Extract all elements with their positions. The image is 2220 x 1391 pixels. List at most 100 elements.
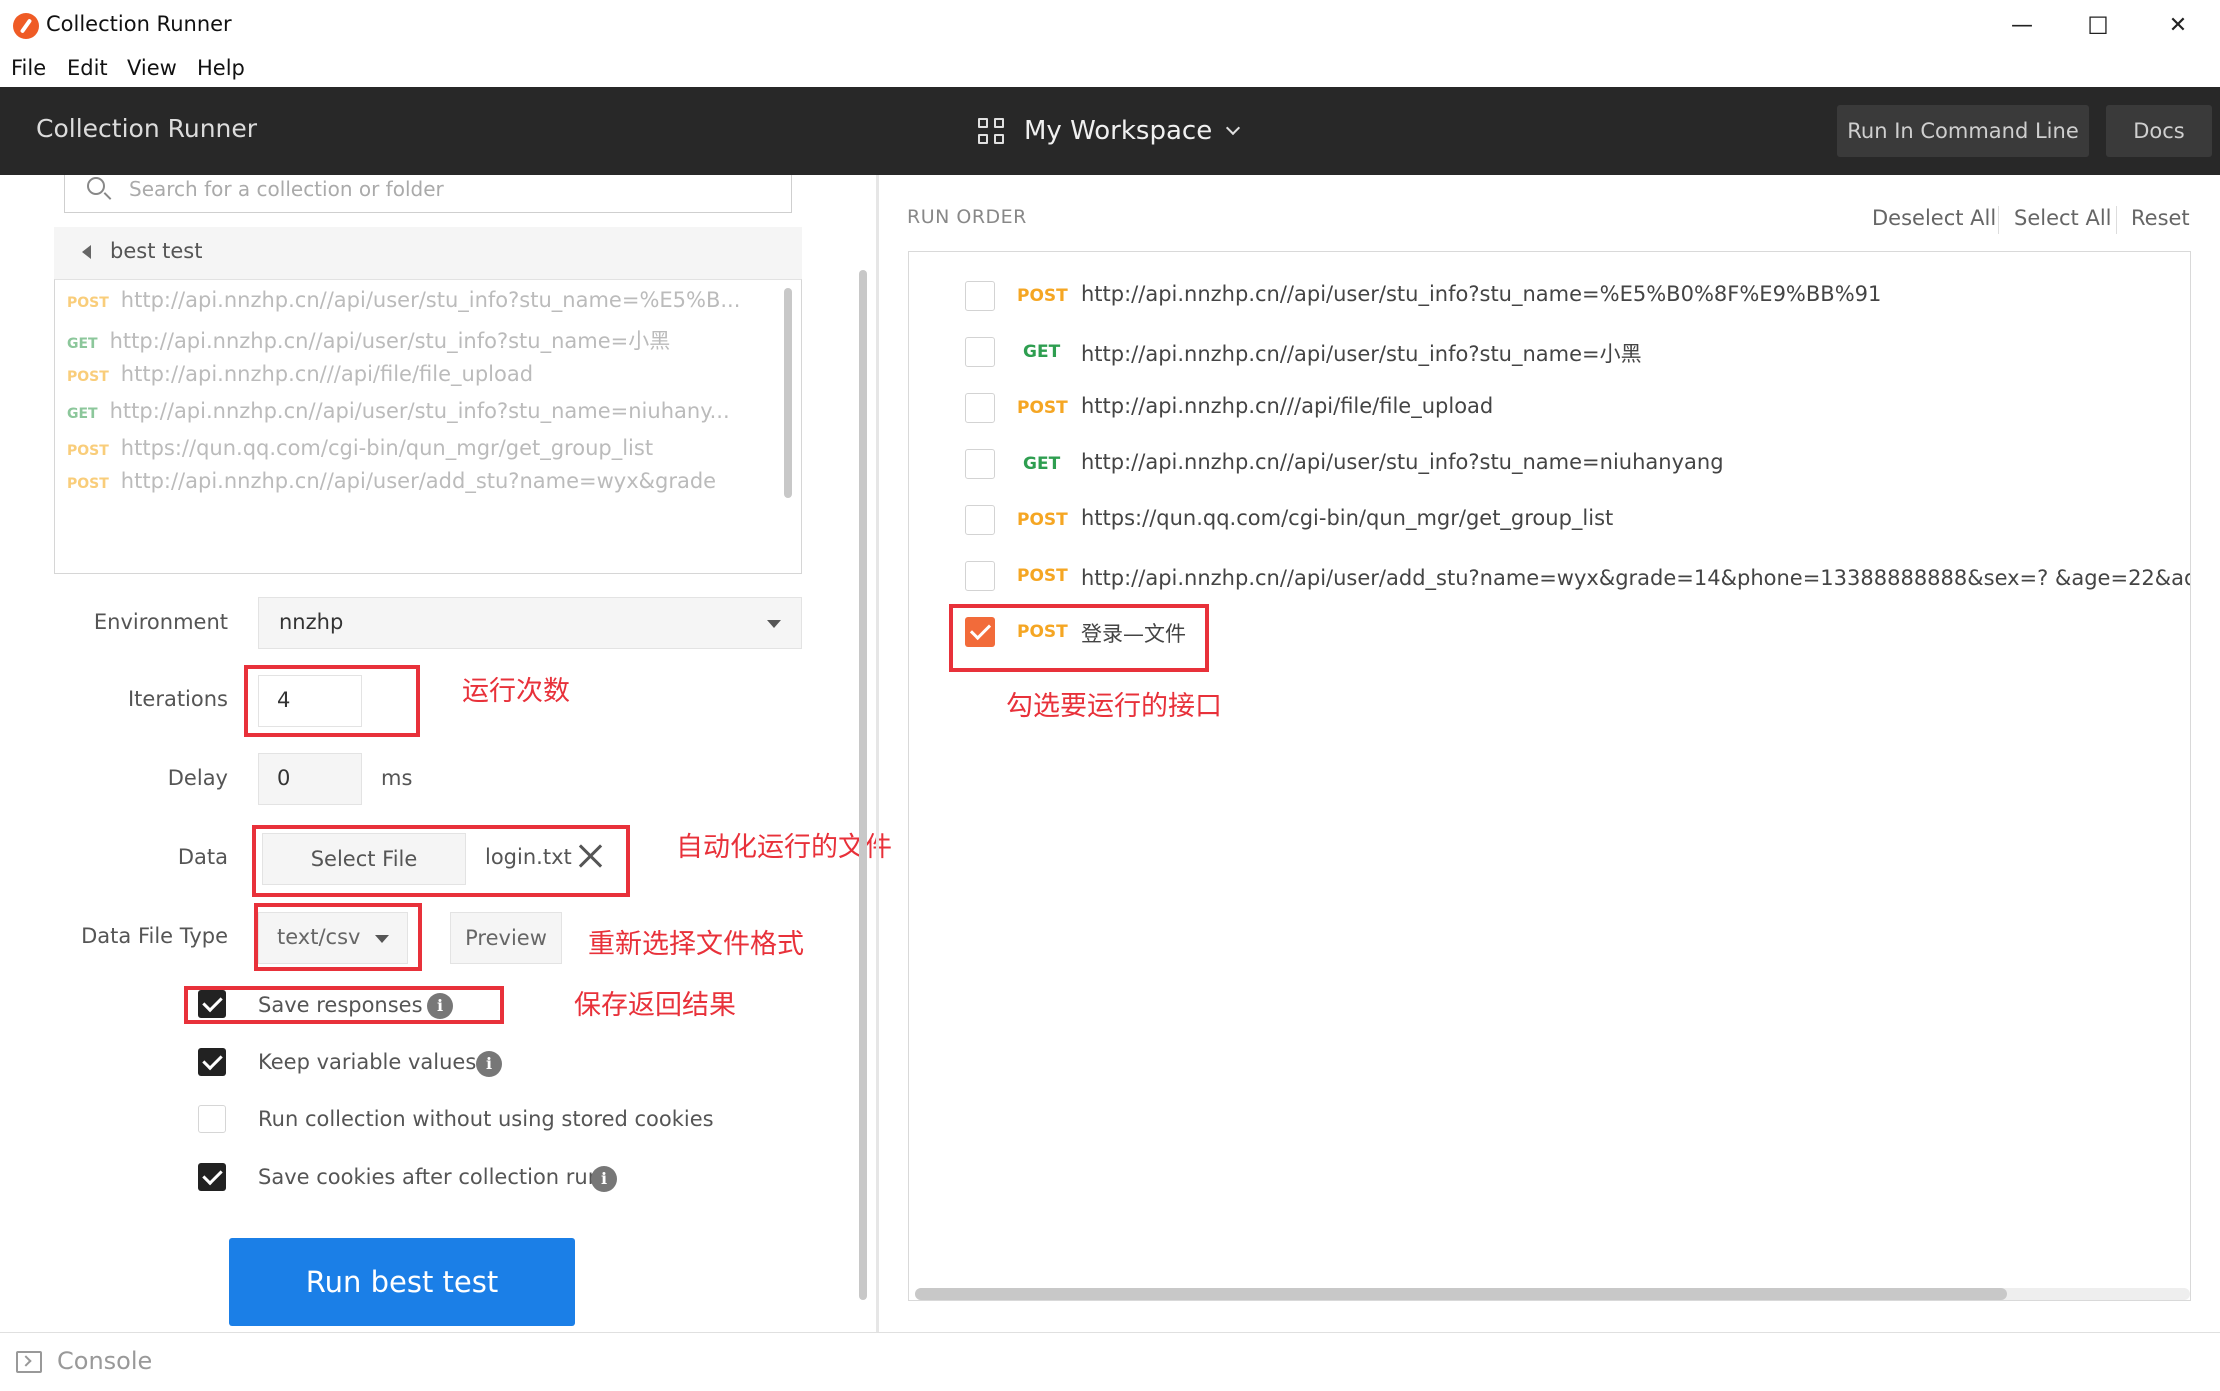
- method-badge: GET: [1023, 342, 1061, 362]
- request-url: http://api.nnzhp.cn//api/user/stu_info?s…: [1081, 342, 1642, 366]
- deselect-all-button[interactable]: Deselect All: [1872, 206, 1996, 230]
- run-in-command-line-button[interactable]: Run In Command Line: [1837, 105, 2089, 157]
- list-item: POST https://qun.qq.com/cgi-bin/qun_mgr/g…: [67, 436, 654, 460]
- app-logo-icon: [13, 13, 39, 39]
- menu-edit[interactable]: Edit: [67, 56, 108, 80]
- delay-unit: ms: [381, 766, 413, 790]
- workspace-name: My Workspace: [1024, 116, 1213, 146]
- request-url: http://api.nnzhp.cn//api/user/stu_info?s…: [1081, 450, 1724, 474]
- collection-header[interactable]: best test: [54, 227, 802, 279]
- run-order-list: POST http://api.nnzhp.cn//api/user/stu_i…: [908, 251, 2191, 1301]
- close-window-button[interactable]: ✕: [2158, 10, 2198, 42]
- horizontal-scrollbar-thumb[interactable]: [915, 1288, 2007, 1300]
- data-file-highlight: [252, 825, 630, 897]
- app-header: Collection Runner My Workspace Run In Co…: [0, 87, 2220, 175]
- divider: [2116, 206, 2117, 234]
- run-without-cookies-label: Run collection without using stored cook…: [258, 1107, 714, 1131]
- data-file-type-highlight: [254, 903, 422, 971]
- file-type-annotation: 重新选择文件格式: [588, 929, 804, 960]
- iterations-annotation: 运行次数: [462, 676, 570, 707]
- workspace-grid-icon: [978, 118, 1004, 144]
- left-pane: Search for a collection or folder best t…: [0, 175, 892, 1332]
- request-checkbox[interactable]: [965, 449, 995, 479]
- list-item: POST http://api.nnzhp.cn//api/user/stu_in…: [67, 288, 741, 312]
- docs-button[interactable]: Docs: [2106, 105, 2212, 157]
- select-all-button[interactable]: Select All: [2014, 206, 2112, 230]
- list-item: POST http://api.nnzhp.cn//api/user/add_st…: [67, 469, 717, 493]
- console-label: Console: [57, 1347, 153, 1375]
- console-icon: [16, 1351, 42, 1373]
- request-checkbox[interactable]: [965, 505, 995, 535]
- menu-file[interactable]: File: [11, 56, 46, 80]
- request-checkbox[interactable]: [965, 337, 995, 367]
- request-url: https://qun.qq.com/cgi-bin/qun_mgr/get_g…: [1081, 506, 1614, 530]
- data-file-type-label: Data File Type: [81, 924, 228, 948]
- run-without-cookies-checkbox[interactable]: [198, 1105, 226, 1133]
- app-title: Collection Runner: [36, 114, 258, 143]
- list-scrollbar[interactable]: [784, 288, 792, 498]
- request-url: http://api.nnzhp.cn///api/file/file_uplo…: [1081, 394, 1494, 418]
- iterations-highlight: [244, 665, 420, 737]
- run-collection-button[interactable]: Run best test: [229, 1238, 575, 1326]
- info-icon[interactable]: i: [591, 1166, 617, 1192]
- save-cookies-label: Save cookies after collection run: [258, 1165, 602, 1189]
- save-cookies-checkbox[interactable]: [198, 1163, 226, 1191]
- delay-value: 0: [277, 766, 291, 790]
- environment-select[interactable]: nnzhp: [258, 597, 802, 649]
- method-badge: POST: [1017, 398, 1068, 418]
- method-badge: POST: [1017, 286, 1068, 306]
- selected-request-highlight: [949, 604, 1209, 672]
- request-checkbox[interactable]: [965, 393, 995, 423]
- request-url: http://api.nnzhp.cn//api/user/add_stu?na…: [1081, 566, 2191, 590]
- reset-button[interactable]: Reset: [2131, 206, 2190, 230]
- request-url: http://api.nnzhp.cn//api/user/stu_info?s…: [1081, 282, 1882, 306]
- preview-button[interactable]: Preview: [450, 912, 562, 964]
- search-placeholder: Search for a collection or folder: [129, 177, 444, 201]
- request-checkbox[interactable]: [965, 561, 995, 591]
- method-badge: POST: [1017, 510, 1068, 530]
- list-item: POST http://api.nnzhp.cn///api/file/file_…: [67, 362, 534, 386]
- run-order-item[interactable]: GET http://api.nnzhp.cn//api/user/stu_in…: [909, 332, 2190, 372]
- left-pane-scrollbar[interactable]: [859, 270, 867, 1300]
- method-badge: GET: [1023, 454, 1061, 474]
- run-order-item[interactable]: POST http://api.nnzhp.cn///api/file/file…: [909, 388, 2190, 428]
- run-order-item[interactable]: POST http://api.nnzhp.cn//api/user/stu_i…: [909, 276, 2190, 316]
- select-api-annotation: 勾选要运行的接口: [1006, 691, 1222, 722]
- maximize-button[interactable]: ☐: [2078, 10, 2118, 42]
- run-order-label: RUN ORDER: [907, 206, 1027, 228]
- save-responses-annotation: 保存返回结果: [574, 990, 736, 1021]
- iterations-label: Iterations: [127, 687, 228, 711]
- workspace-switcher[interactable]: My Workspace: [978, 113, 1241, 149]
- collection-name: best test: [110, 239, 203, 263]
- run-order-item[interactable]: GET http://api.nnzhp.cn//api/user/stu_in…: [909, 444, 2190, 484]
- chevron-down-icon: [1226, 120, 1241, 136]
- run-order-item[interactable]: POST http://api.nnzhp.cn//api/user/add_s…: [909, 556, 2191, 596]
- environment-value: nnzhp: [279, 610, 344, 634]
- divider: [1998, 206, 1999, 234]
- back-arrow-icon[interactable]: [82, 245, 91, 259]
- pane-divider[interactable]: [876, 175, 879, 1332]
- list-item: GET http://api.nnzhp.cn//api/user/stu_inf…: [67, 399, 730, 423]
- minimize-button[interactable]: —: [2002, 10, 2042, 42]
- collection-search-input[interactable]: Search for a collection or folder: [64, 175, 792, 213]
- title-bar: Collection Runner — ☐ ✕: [0, 0, 2220, 52]
- info-icon[interactable]: i: [476, 1051, 502, 1077]
- environment-label: Environment: [93, 610, 228, 634]
- list-item: GET http://api.nnzhp.cn//api/user/stu_inf…: [67, 329, 671, 353]
- console-bar[interactable]: Console: [0, 1332, 2220, 1391]
- menu-bar: File Edit View Help: [0, 52, 2220, 87]
- keep-variable-values-checkbox[interactable]: [198, 1048, 226, 1076]
- window-title: Collection Runner: [46, 12, 232, 36]
- search-icon: [87, 177, 105, 195]
- request-checkbox[interactable]: [965, 281, 995, 311]
- menu-view[interactable]: View: [127, 56, 177, 80]
- delay-label: Delay: [167, 766, 228, 790]
- delay-input[interactable]: 0: [258, 753, 362, 805]
- data-label: Data: [177, 845, 228, 869]
- save-responses-highlight: [184, 986, 504, 1024]
- keep-variable-values-label: Keep variable values: [258, 1050, 477, 1074]
- run-order-item[interactable]: POST https://qun.qq.com/cgi-bin/qun_mgr/…: [909, 500, 2190, 540]
- menu-help[interactable]: Help: [197, 56, 245, 80]
- method-badge: POST: [1017, 566, 1068, 586]
- dropdown-caret-icon: [767, 620, 781, 628]
